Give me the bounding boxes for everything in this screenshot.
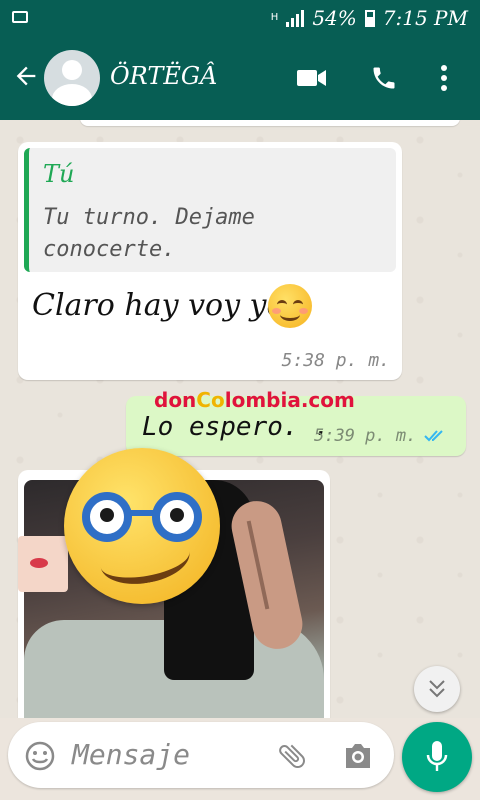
status-bar-right: H 54% 7:15 PM [271, 6, 468, 30]
back-arrow-icon[interactable] [12, 62, 40, 94]
incoming-image-message[interactable] [18, 448, 330, 718]
chat-area[interactable]: Tú Tu turno. Dejame conocerte. Claro hay… [0, 120, 480, 718]
nerd-face-icon [64, 448, 220, 604]
scroll-to-bottom-button[interactable] [414, 666, 460, 712]
smiling-face-icon [268, 284, 312, 328]
attach-icon[interactable] [276, 740, 308, 776]
emoji-icon[interactable] [24, 740, 56, 776]
notification-image-icon [12, 11, 28, 23]
message-text: Lo espero. . [142, 412, 330, 442]
signal-icon [286, 9, 305, 27]
sticker-thumbnail [18, 536, 68, 592]
message-time: 5:39 p. m. [314, 426, 417, 446]
incoming-message[interactable]: Tú Tu turno. Dejame conocerte. Claro hay… [18, 142, 402, 380]
message-time: 5:38 p. m. [281, 350, 390, 371]
battery-percent: 54% [312, 6, 357, 30]
video-call-icon[interactable] [296, 64, 328, 96]
mic-icon [426, 741, 448, 771]
clock: 7:15 PM [382, 6, 468, 30]
status-bar: H 54% 7:15 PM [0, 0, 480, 36]
quoted-text: Tu turno. Dejame conocerte. [43, 205, 255, 262]
message-input[interactable]: Mensaje [72, 738, 190, 771]
network-type-badge: H [270, 12, 279, 23]
watermark: donColombia.com [154, 388, 355, 412]
read-ticks-icon [424, 428, 446, 447]
mic-button[interactable] [402, 722, 472, 792]
camera-icon[interactable] [342, 742, 374, 774]
avatar[interactable] [44, 50, 100, 106]
phone-icon[interactable] [370, 64, 398, 96]
message-composer[interactable]: Mensaje [8, 722, 394, 788]
quoted-author: Tú [43, 160, 75, 188]
chat-header: ÖRTËGÂ [0, 36, 480, 120]
previous-message-bubble [80, 120, 460, 126]
more-options-icon[interactable] [438, 64, 450, 96]
message-text: Claro hay voy yo [32, 288, 285, 323]
quoted-reply[interactable]: Tú Tu turno. Dejame conocerte. [24, 148, 396, 272]
contact-name[interactable]: ÖRTËGÂ [110, 62, 217, 90]
battery-icon [364, 9, 375, 27]
